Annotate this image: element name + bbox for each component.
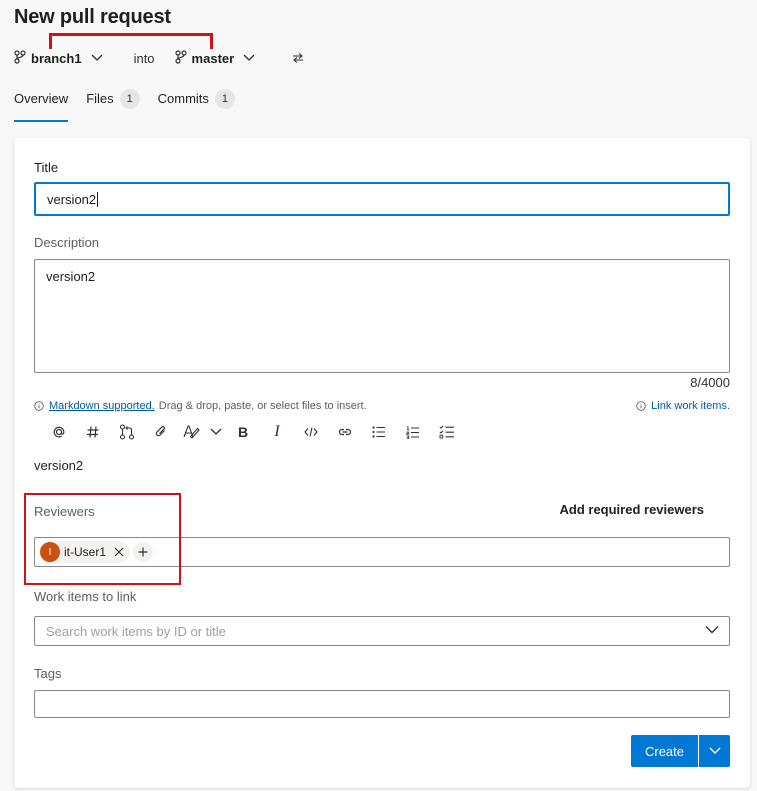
task-list-icon[interactable] xyxy=(430,422,464,442)
target-branch-dropdown[interactable]: master xyxy=(174,49,261,67)
annotation-highlight-box xyxy=(24,493,181,585)
chevron-down-icon xyxy=(243,54,260,62)
bullet-list-icon[interactable] xyxy=(362,422,396,442)
bold-icon[interactable]: B xyxy=(226,422,260,442)
title-input-value: version2 xyxy=(47,192,99,207)
info-icon xyxy=(636,401,646,411)
description-value: version2 xyxy=(46,269,96,284)
work-items-placeholder: Search work items by ID or title xyxy=(46,624,226,639)
attach-icon[interactable] xyxy=(144,422,178,442)
branch-icon xyxy=(14,49,31,67)
italic-icon[interactable]: I xyxy=(260,422,294,442)
markdown-hint-text: Drag & drop, paste, or select files to i… xyxy=(158,400,367,412)
new-pull-request-page: New pull request branch1 into master Ove… xyxy=(0,0,757,791)
tab-commits[interactable]: Commits 1 xyxy=(158,88,235,122)
target-branch-name: master xyxy=(191,50,235,66)
work-items-search-dropdown[interactable]: Search work items by ID or title xyxy=(34,616,730,646)
tags-label: Tags xyxy=(34,666,62,681)
tab-commits-label: Commits xyxy=(157,91,209,106)
branch-selector-row: branch1 into master xyxy=(14,48,304,68)
chevron-down-icon xyxy=(705,625,719,634)
source-branch-dropdown[interactable]: branch1 xyxy=(14,49,108,67)
swap-branches-icon[interactable] xyxy=(292,53,304,63)
files-count-badge: 1 xyxy=(119,89,140,109)
link-work-items-link[interactable]: Link work items. xyxy=(636,400,730,412)
code-icon[interactable] xyxy=(294,422,328,442)
annotation-bracket xyxy=(49,33,213,44)
numbered-list-icon[interactable] xyxy=(396,422,430,442)
highlight-icon[interactable] xyxy=(178,422,206,442)
work-items-label: Work items to link xyxy=(34,589,137,604)
chevron-down-icon xyxy=(91,54,108,62)
tags-input[interactable] xyxy=(34,690,730,718)
description-textarea[interactable]: version2 xyxy=(34,259,730,373)
link-icon[interactable] xyxy=(328,422,362,442)
create-options-button[interactable] xyxy=(699,735,730,767)
page-title: New pull request xyxy=(14,6,171,28)
pull-request-icon[interactable] xyxy=(110,422,144,442)
chevron-down-icon xyxy=(709,747,721,755)
source-branch-name: branch1 xyxy=(31,50,82,66)
markdown-toolbar: B I xyxy=(42,422,464,442)
create-button[interactable]: Create xyxy=(631,735,698,767)
description-preview: version2 xyxy=(34,458,84,473)
description-label: Description xyxy=(34,235,100,250)
mention-icon[interactable] xyxy=(42,422,76,442)
character-count: 8/4000 xyxy=(690,375,730,390)
info-icon xyxy=(34,401,44,411)
chevron-down-icon[interactable] xyxy=(206,422,226,442)
title-input[interactable]: version2 xyxy=(34,182,730,216)
title-label: Title xyxy=(34,160,59,175)
tab-bar: Overview Files 1 Commits 1 xyxy=(14,88,253,122)
tab-files-label: Files xyxy=(86,91,114,106)
branch-icon xyxy=(174,49,192,67)
into-label: into xyxy=(133,50,155,66)
markdown-supported-link[interactable]: Markdown supported. xyxy=(49,400,155,412)
pull-request-form-card: Title version2 Description version2 8/40… xyxy=(14,138,750,788)
commits-count-badge: 1 xyxy=(214,89,235,109)
link-work-items-text: Link work items. xyxy=(651,400,730,412)
add-required-reviewers-button[interactable]: Add required reviewers xyxy=(560,502,705,517)
tab-overview-label: Overview xyxy=(14,91,69,106)
tab-overview[interactable]: Overview xyxy=(14,88,69,122)
hashtag-icon[interactable] xyxy=(76,422,110,442)
markdown-hint: Markdown supported. Drag & drop, paste, … xyxy=(34,400,367,412)
tab-files[interactable]: Files 1 xyxy=(86,88,140,122)
create-button-group: Create xyxy=(631,735,730,767)
